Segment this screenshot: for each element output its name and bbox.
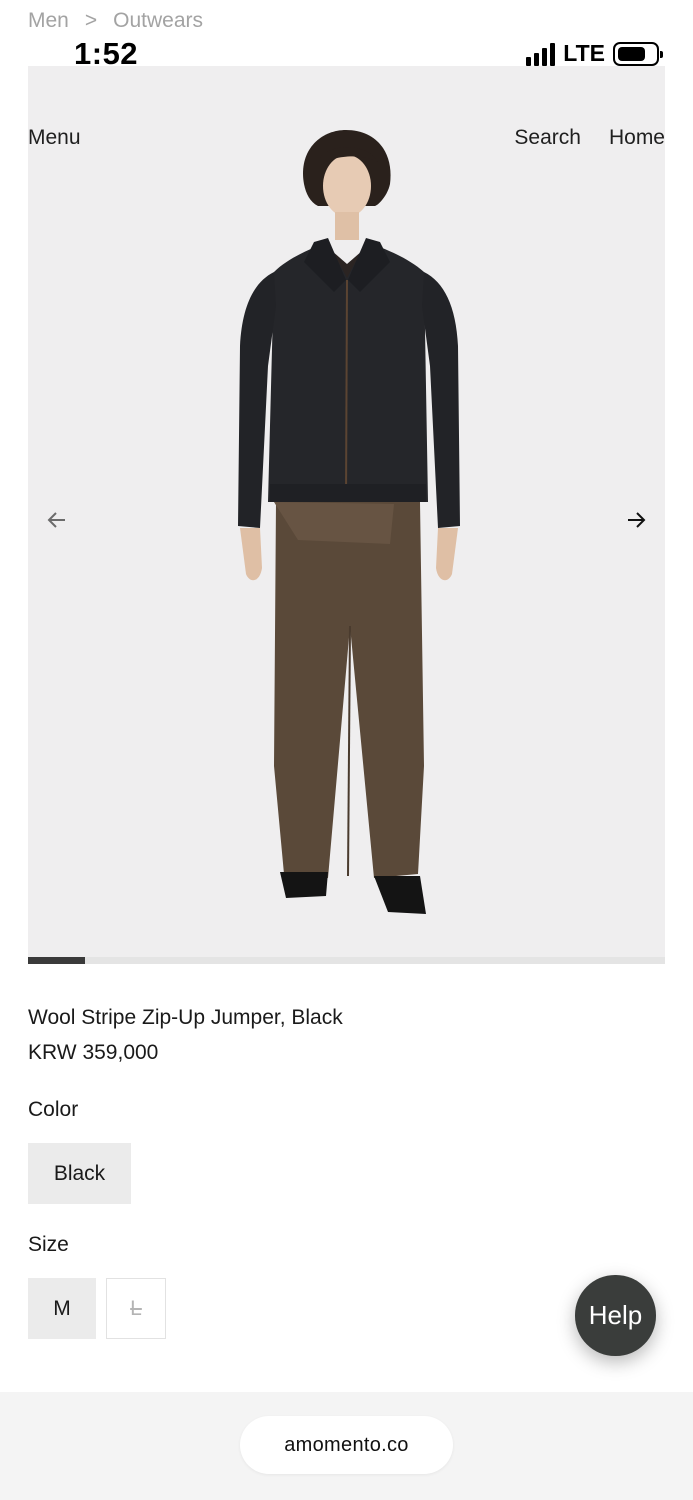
breadcrumb-separator: > xyxy=(84,9,98,32)
breadcrumb-parent[interactable]: Men xyxy=(28,9,69,33)
status-indicators: LTE xyxy=(526,40,663,67)
product-image xyxy=(238,130,460,914)
size-label: Size xyxy=(28,1233,69,1256)
signal-icon xyxy=(526,42,556,66)
product-price: KRW 359,000 xyxy=(28,1041,159,1064)
top-nav: Menu Search Home xyxy=(28,126,665,150)
color-option-black[interactable]: Black xyxy=(28,1143,131,1204)
help-button[interactable]: Help xyxy=(575,1275,656,1356)
product-title: Wool Stripe Zip-Up Jumper, Black xyxy=(28,1006,343,1029)
gallery-progress xyxy=(28,957,665,964)
product-gallery[interactable] xyxy=(28,66,665,964)
menu-link[interactable]: Menu xyxy=(28,126,81,150)
network-type: LTE xyxy=(563,40,605,66)
breadcrumb: Men > Outwears xyxy=(28,9,203,33)
breadcrumb-current[interactable]: Outwears xyxy=(113,9,203,33)
size-option-l[interactable]: L xyxy=(106,1278,166,1339)
gallery-progress-fill xyxy=(28,957,86,964)
address-bar[interactable]: amomento.co xyxy=(240,1416,453,1474)
arrow-left-icon[interactable] xyxy=(45,508,69,532)
color-label: Color xyxy=(28,1098,79,1121)
home-link[interactable]: Home xyxy=(609,126,665,150)
battery-icon xyxy=(613,41,663,66)
arrow-right-icon[interactable] xyxy=(624,508,648,532)
size-option-m[interactable]: M xyxy=(28,1278,96,1339)
search-link[interactable]: Search xyxy=(514,126,581,150)
